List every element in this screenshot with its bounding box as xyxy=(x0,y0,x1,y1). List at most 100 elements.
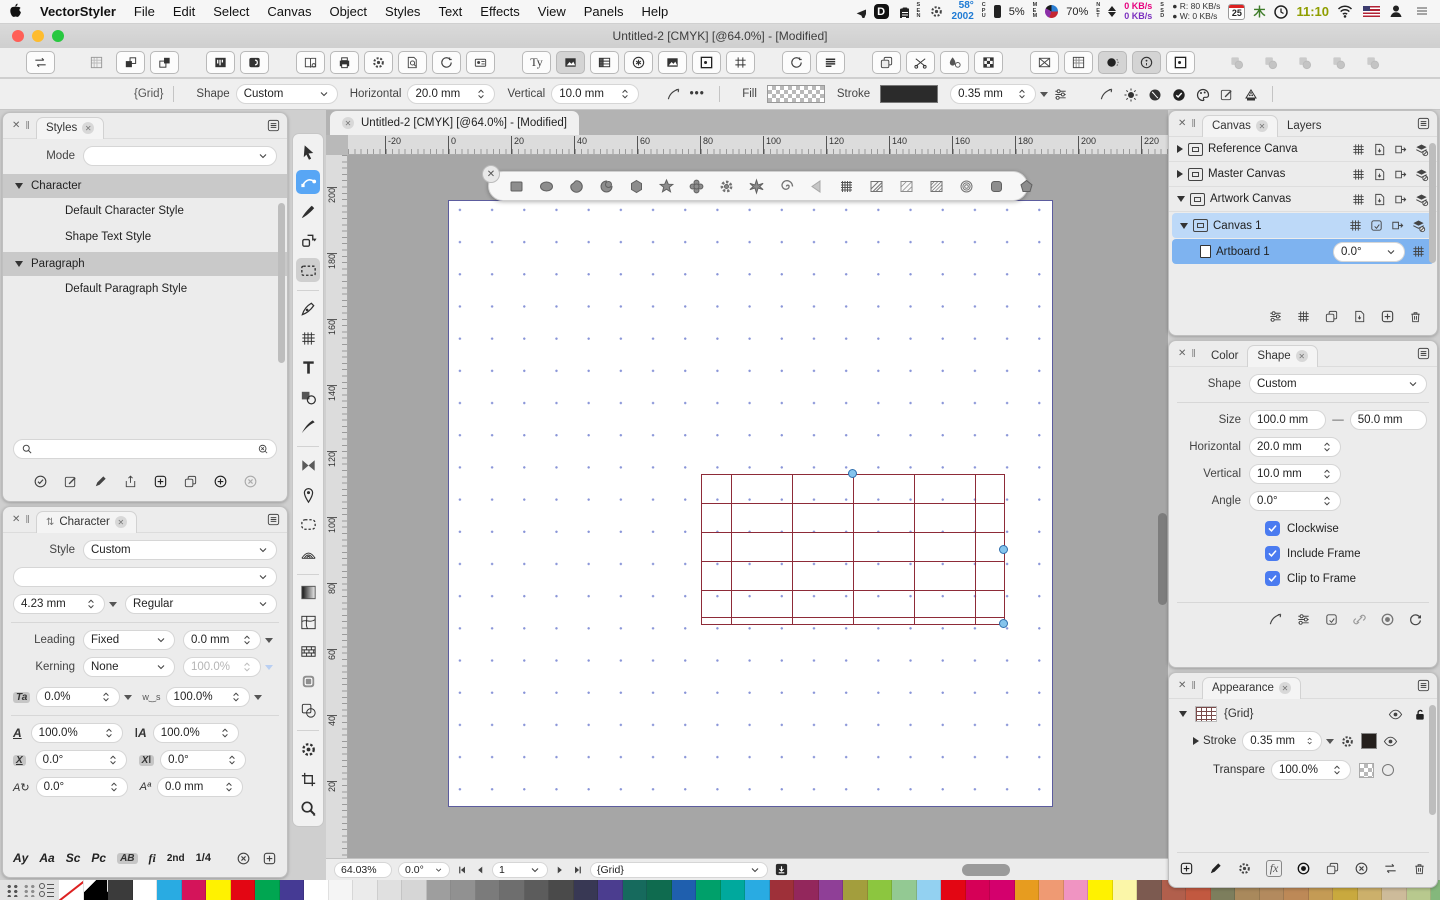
settings-button[interactable] xyxy=(364,51,393,74)
toggle-stylistic-sets[interactable]: Ay xyxy=(13,851,28,865)
panel-menu-icon[interactable] xyxy=(266,512,281,527)
stroke-swatch[interactable] xyxy=(880,85,938,103)
swatch-grid-icon[interactable] xyxy=(22,883,35,897)
memory-pie-icon[interactable] xyxy=(1045,5,1058,18)
bool-subtract-button[interactable] xyxy=(1256,51,1285,74)
close-window-button[interactable] xyxy=(12,30,24,42)
color-swatch[interactable] xyxy=(476,880,501,900)
color-swatch[interactable] xyxy=(402,880,427,900)
tab-close-icon[interactable]: ✕ xyxy=(342,117,354,129)
horizontal-step-field[interactable]: 20.0 mm xyxy=(407,84,495,104)
swap-appearance-icon[interactable] xyxy=(1383,861,1398,876)
color-swatch[interactable] xyxy=(353,880,378,900)
shape-pentagon[interactable] xyxy=(1013,175,1039,197)
first-page-icon[interactable] xyxy=(456,864,468,876)
panel-menu-icon[interactable] xyxy=(1416,346,1431,361)
toggle-ordinals[interactable]: 2nd xyxy=(167,853,185,864)
color-swatch[interactable] xyxy=(770,880,795,900)
color-swatch[interactable] xyxy=(1113,880,1138,900)
menu-canvas[interactable]: Canvas xyxy=(258,4,320,19)
color-swatch[interactable] xyxy=(917,880,942,900)
raster-pile-icon[interactable] xyxy=(1238,83,1262,105)
grid-tool[interactable] xyxy=(296,326,320,350)
color-swatch[interactable] xyxy=(819,880,844,900)
redefine-style-icon[interactable] xyxy=(93,474,108,489)
canvas-grid-icon[interactable] xyxy=(1296,309,1311,324)
appearance-object-row[interactable]: {Grid} xyxy=(1169,706,1437,722)
stroke-width-field[interactable]: 0.35 mm xyxy=(950,84,1036,104)
gradient-tool[interactable] xyxy=(296,581,320,605)
list-menu-icon[interactable] xyxy=(1414,3,1432,21)
color-swatch[interactable] xyxy=(696,880,721,900)
panel-close-icon[interactable]: ✕ xyxy=(1178,118,1186,129)
color-swatch[interactable] xyxy=(966,880,991,900)
style-item-default-character[interactable]: Default Character Style xyxy=(3,198,287,224)
blend-button[interactable] xyxy=(940,51,969,74)
pen-tool[interactable] xyxy=(296,297,320,321)
clockwise-checkbox[interactable]: Clockwise xyxy=(1265,521,1437,536)
menu-select[interactable]: Select xyxy=(204,4,258,19)
stroke-settings-gear-icon[interactable] xyxy=(1340,734,1355,749)
zoom-window-button[interactable] xyxy=(52,30,64,42)
panel-menu-icon[interactable] xyxy=(1416,116,1431,131)
download-state-icon[interactable] xyxy=(774,862,789,877)
shape-hatch-1[interactable] xyxy=(863,175,889,197)
style-check-icon[interactable] xyxy=(1166,83,1190,105)
tab-close-icon[interactable]: ✕ xyxy=(1279,682,1291,694)
document-inspect-button[interactable] xyxy=(398,51,427,74)
clear-features-icon[interactable] xyxy=(236,851,251,866)
color-swatch[interactable] xyxy=(868,880,893,900)
stroke-width-dropdown[interactable] xyxy=(1326,739,1334,744)
color-swatch[interactable] xyxy=(157,880,182,900)
menu-view[interactable]: View xyxy=(529,4,575,19)
sensor-gear-icon[interactable] xyxy=(929,4,944,19)
panel-menu-icon[interactable] xyxy=(1416,678,1431,693)
tab-close-icon[interactable]: ✕ xyxy=(1296,350,1308,362)
shape-options-icon[interactable] xyxy=(1296,612,1311,627)
net-readout[interactable]: 0 KB/s0 KB/s xyxy=(1124,2,1152,22)
color-swatch[interactable] xyxy=(1064,880,1089,900)
leading-dropdown[interactable] xyxy=(265,638,273,643)
panel-close-icon[interactable]: ✕ xyxy=(1178,348,1186,359)
mesh-fill-tool[interactable] xyxy=(296,610,320,634)
symbol-button[interactable] xyxy=(624,51,653,74)
menu-styles[interactable]: Styles xyxy=(376,4,429,19)
kerning-mode-dropdown[interactable]: None xyxy=(83,657,175,677)
noise-icon[interactable] xyxy=(1142,83,1166,105)
panel-close-icon[interactable]: ✕ xyxy=(1178,680,1186,691)
shape-handle-top[interactable] xyxy=(848,469,857,478)
bool-exclude-button[interactable] xyxy=(1324,51,1353,74)
page-number-dropdown[interactable]: 1 xyxy=(492,862,548,878)
dark-mode-button[interactable] xyxy=(240,51,269,74)
tab-close-icon[interactable]: ✕ xyxy=(115,516,127,528)
export-style-icon[interactable] xyxy=(123,474,138,489)
style-item-shape-text[interactable]: Shape Text Style xyxy=(3,224,287,250)
color-swatch[interactable] xyxy=(574,880,599,900)
sensor-readout[interactable]: 58°2002 xyxy=(952,1,974,22)
mesh-warp-tool[interactable] xyxy=(296,542,320,566)
apple-menu[interactable] xyxy=(0,3,31,21)
skew-x-field[interactable]: 0.0° xyxy=(35,750,127,770)
color-swatch[interactable] xyxy=(304,880,329,900)
add-appearance-icon[interactable] xyxy=(1179,861,1194,876)
color-swatch[interactable] xyxy=(721,880,746,900)
color-swatch[interactable] xyxy=(892,880,917,900)
tab-color[interactable]: Color xyxy=(1202,345,1247,367)
zoom-level-dropdown[interactable]: 64.03% xyxy=(334,862,392,878)
visibility-eye-icon[interactable] xyxy=(1388,707,1403,722)
tab-layers[interactable]: Layers xyxy=(1278,115,1331,137)
bring-front-button[interactable] xyxy=(116,51,145,74)
canvas-viewport[interactable]: ✕ xyxy=(348,155,1168,858)
cpu-bar-icon[interactable] xyxy=(994,5,1001,18)
tab-styles[interactable]: Styles✕ xyxy=(36,117,104,139)
text-flow-button[interactable] xyxy=(816,51,845,74)
delete-style-icon[interactable] xyxy=(243,474,258,489)
shape-triangle[interactable] xyxy=(803,175,829,197)
stroke-width-field[interactable]: 0.35 mm xyxy=(1242,731,1322,751)
horizontal-field[interactable]: 20.0 mm xyxy=(1249,437,1341,457)
stroke-width-dropdown[interactable] xyxy=(1040,92,1048,97)
shape-blob[interactable] xyxy=(563,175,589,197)
pressure-profile-icon[interactable] xyxy=(1094,83,1118,105)
pattern-tool[interactable] xyxy=(296,640,320,664)
rasterize-button[interactable] xyxy=(974,51,1003,74)
